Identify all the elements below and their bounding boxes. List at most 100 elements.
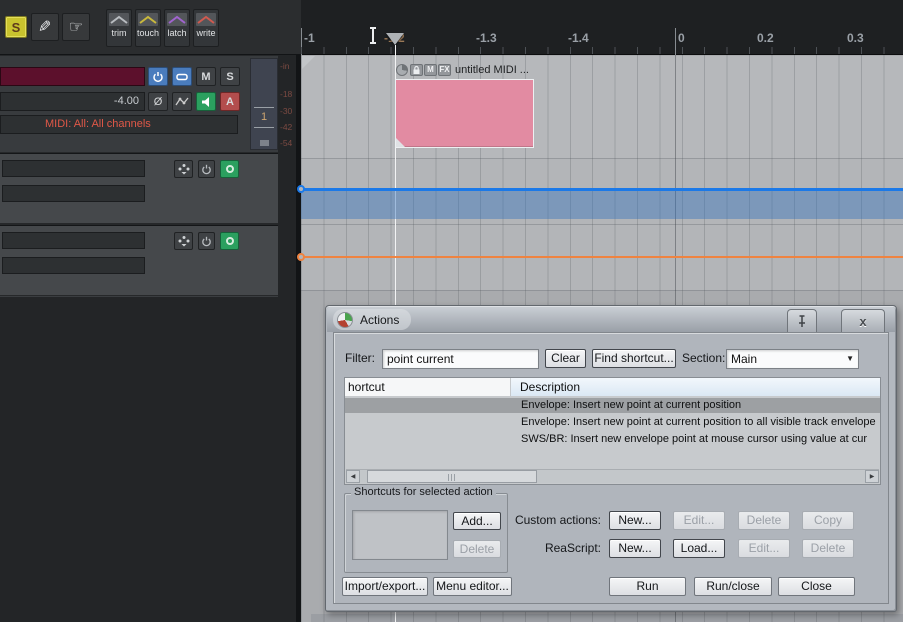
scroll-left-arrow[interactable]: ◀ xyxy=(346,470,360,483)
midi-item[interactable] xyxy=(395,79,534,148)
section-value: Main xyxy=(731,352,758,366)
meter-scale-18: -18 xyxy=(280,89,293,99)
reascript-new-button[interactable]: New... xyxy=(609,539,661,558)
scrollbar-thumb[interactable] xyxy=(367,470,537,483)
reascript-load-button[interactable]: Load... xyxy=(673,539,725,558)
find-shortcut-button[interactable]: Find shortcut... xyxy=(592,349,676,368)
pin-icon xyxy=(799,315,805,327)
meter-scale-54: -54 xyxy=(280,138,293,148)
import-export-button[interactable]: Import/export... xyxy=(342,577,428,596)
pencil-tool-button[interactable]: ✎ xyxy=(31,13,59,41)
filter-input[interactable] xyxy=(382,349,539,369)
s-tool-button[interactable]: S xyxy=(5,16,27,38)
pan-envelope-line[interactable] xyxy=(301,256,903,258)
filter-label: Filter: xyxy=(345,351,375,365)
track-phase-button[interactable]: Ø xyxy=(148,92,168,111)
reaper-main-window: S ✎ ☞ trim touch latch write M S -4.00 Ø… xyxy=(0,0,903,622)
item-corner-handle[interactable] xyxy=(396,138,405,147)
envelope-bypass-button[interactable] xyxy=(198,160,215,178)
envelope-value-field[interactable] xyxy=(2,185,145,202)
item-mute-badge[interactable]: M xyxy=(424,63,437,76)
pan-envelope-point[interactable] xyxy=(297,253,305,261)
envelope-points-button[interactable] xyxy=(174,160,193,178)
delete-shortcut-button[interactable]: Delete xyxy=(453,540,501,558)
description-column-header[interactable]: Description xyxy=(511,378,880,396)
action-list-header: hortcut Description xyxy=(345,378,880,396)
item-properties-icon[interactable] xyxy=(396,63,408,76)
shortcut-column-header[interactable]: hortcut xyxy=(345,378,511,396)
automation-latch-button[interactable]: latch xyxy=(164,9,190,47)
envelope-points-button[interactable] xyxy=(174,232,193,250)
track-mute-button[interactable]: M xyxy=(196,67,216,86)
ruler-mark: 0.3 xyxy=(847,31,864,45)
custom-delete-button[interactable]: Delete xyxy=(738,511,790,530)
menu-editor-button[interactable]: Menu editor... xyxy=(433,577,512,596)
track-route-button[interactable] xyxy=(172,67,192,86)
run-close-button[interactable]: Run/close xyxy=(694,577,772,596)
track-automation-button[interactable]: A xyxy=(220,92,240,111)
ruler-mark: 0.2 xyxy=(757,31,774,45)
close-button[interactable]: Close xyxy=(778,577,855,596)
custom-copy-button[interactable]: Copy xyxy=(802,511,854,530)
dialog-titlebar[interactable]: Actions x xyxy=(327,307,895,332)
automation-trim-button[interactable]: trim xyxy=(106,9,132,47)
lock-icon[interactable] xyxy=(410,63,423,76)
action-row[interactable]: Envelope: Insert new point at current po… xyxy=(345,415,880,430)
speaker-icon xyxy=(202,96,209,107)
ruler-mark: -1.4 xyxy=(568,31,589,45)
ruler-ticks xyxy=(301,47,903,54)
chevron-down-icon: ▼ xyxy=(846,354,854,363)
phase-icon: Ø xyxy=(153,95,163,108)
section-dropdown[interactable]: Main ▼ xyxy=(726,349,859,369)
track-power-button[interactable] xyxy=(148,67,168,86)
track-monitor-button[interactable] xyxy=(196,92,216,111)
ruler-mark: -1.3 xyxy=(476,31,497,45)
volume-envelope-point[interactable] xyxy=(297,185,305,193)
custom-edit-button[interactable]: Edit... xyxy=(673,511,725,530)
clear-button[interactable]: Clear xyxy=(545,349,586,368)
playhead-marker[interactable] xyxy=(386,33,404,45)
action-row[interactable]: SWS/BR: Insert new envelope point at mou… xyxy=(345,432,880,447)
pin-button[interactable] xyxy=(787,309,817,332)
track-routing-field[interactable]: MIDI: All: All channels xyxy=(0,115,238,134)
arm-ring-icon xyxy=(225,237,234,245)
track-lane[interactable] xyxy=(301,56,903,158)
track-name-field[interactable] xyxy=(0,67,145,86)
automation-touch-button[interactable]: touch xyxy=(135,9,161,47)
custom-actions-label: Custom actions: xyxy=(514,513,601,527)
custom-new-button[interactable]: New... xyxy=(609,511,661,530)
close-window-button[interactable]: x xyxy=(841,309,885,332)
action-row-selected[interactable]: Envelope: Insert new point at current po… xyxy=(345,398,880,413)
scroll-right-arrow[interactable]: ▶ xyxy=(865,470,879,483)
touch-label: touch xyxy=(136,28,160,38)
main-toolbar: S ✎ ☞ trim touch latch write xyxy=(0,0,301,55)
track-envelope-button[interactable] xyxy=(172,92,192,111)
item-fx-badge[interactable]: FX xyxy=(438,63,451,76)
reascript-edit-button[interactable]: Edit... xyxy=(738,539,790,558)
track-solo-button[interactable]: S xyxy=(220,67,240,86)
shortcuts-listbox[interactable] xyxy=(352,510,448,560)
envelope-bypass-button[interactable] xyxy=(198,232,215,250)
envelope-name-field[interactable] xyxy=(2,232,145,249)
envelope-arm-button[interactable] xyxy=(220,160,239,178)
envelope-value-field[interactable] xyxy=(2,257,145,274)
meter-scale-42: -42 xyxy=(280,122,293,132)
run-button[interactable]: Run xyxy=(609,577,686,596)
media-item-header: M FX untitled MIDI ... xyxy=(396,62,529,77)
envelope-arm-button[interactable] xyxy=(220,232,239,250)
track-volume-field[interactable]: -4.00 xyxy=(0,92,145,111)
left-panel-empty-area xyxy=(0,296,278,622)
meter-line-bottom xyxy=(254,127,274,128)
automation-write-button[interactable]: write xyxy=(193,9,219,47)
volume-envelope-fill xyxy=(301,191,903,219)
hand-tool-button[interactable]: ☞ xyxy=(62,13,90,41)
reascript-delete-button[interactable]: Delete xyxy=(802,539,854,558)
envelope-name-field[interactable] xyxy=(2,160,145,177)
hand-icon: ☞ xyxy=(68,19,84,36)
timeline-ruler[interactable]: -1 -1.2 -1.3 -1.4 0 0.2 0.3 xyxy=(301,0,903,55)
write-envelope-icon xyxy=(196,13,216,26)
meter-mode-icon xyxy=(260,140,269,146)
horizontal-scrollbar[interactable]: ◀ ▶ xyxy=(346,469,879,483)
add-shortcut-button[interactable]: Add... xyxy=(453,512,501,530)
track-control-panel: M S -4.00 Ø A MIDI: All: All channels 1 xyxy=(0,56,278,152)
